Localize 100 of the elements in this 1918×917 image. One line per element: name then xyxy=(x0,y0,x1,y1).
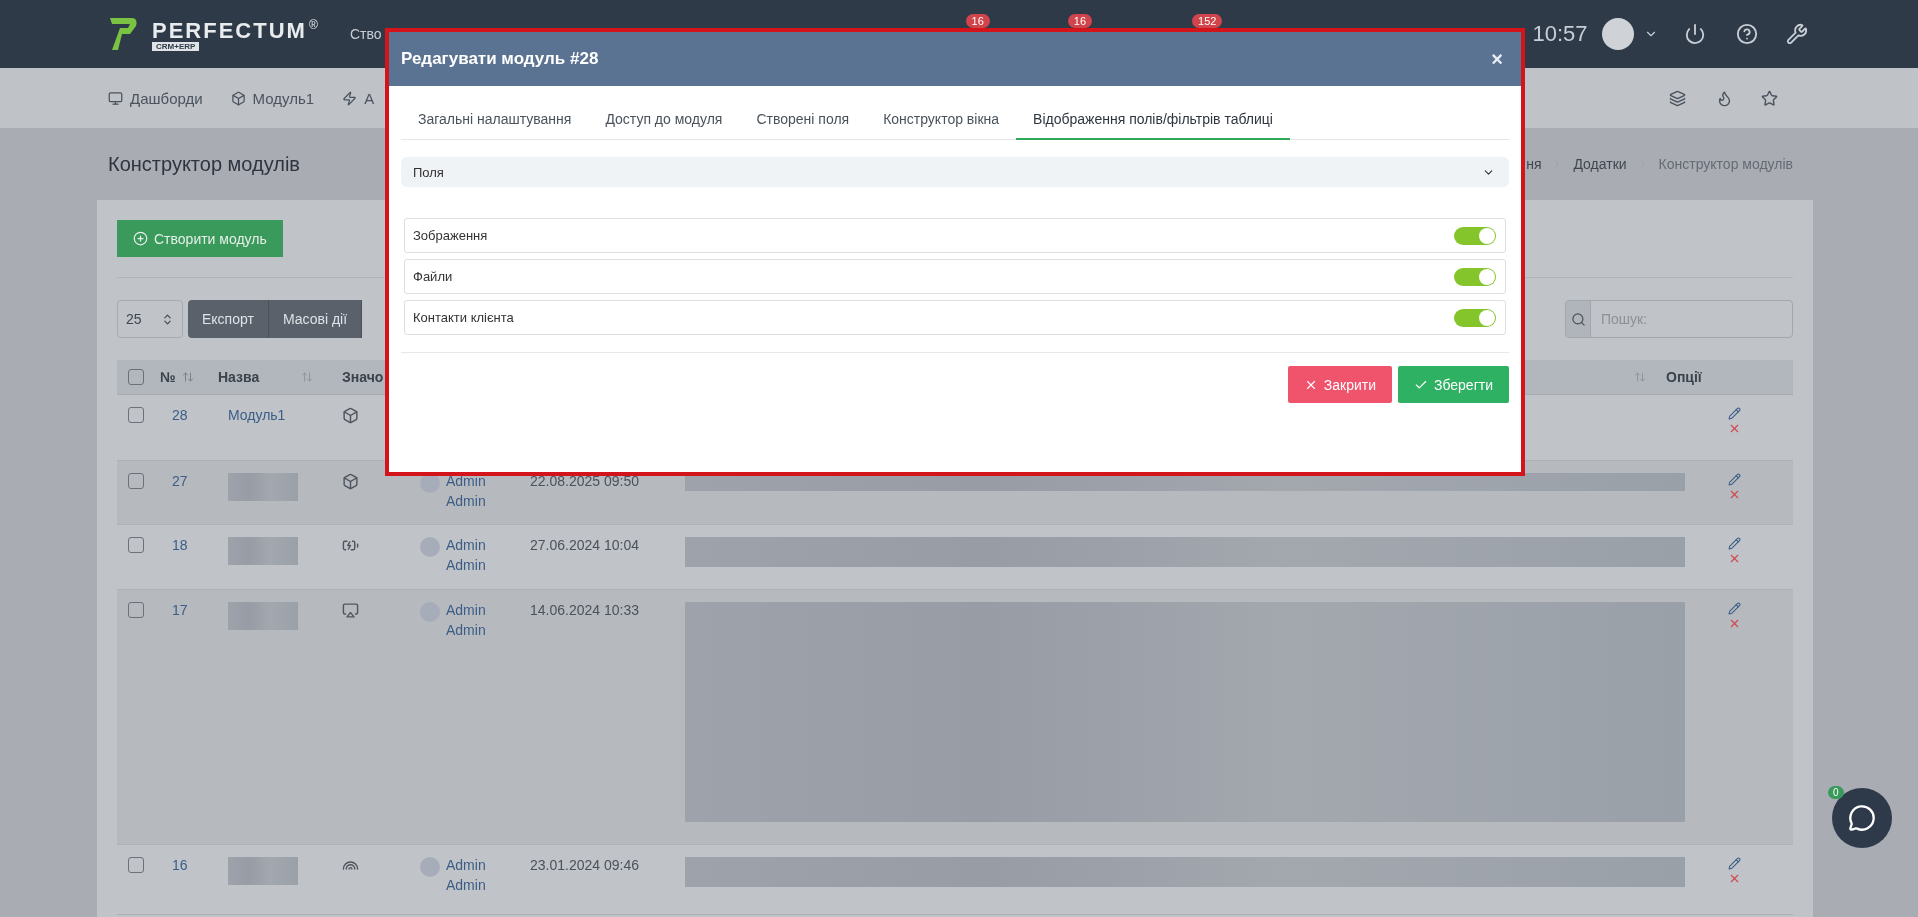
author-name[interactable]: Admin xyxy=(446,622,486,638)
redacted-text xyxy=(228,857,298,885)
tab[interactable]: Доступ до модуля xyxy=(588,100,740,140)
save-button[interactable]: Зберегти xyxy=(1398,366,1509,403)
nav-item[interactable]: А xyxy=(342,89,375,107)
close-button[interactable]: × xyxy=(1491,47,1503,71)
row-id[interactable]: 27 xyxy=(172,473,188,489)
toggle-switch[interactable] xyxy=(1454,267,1496,286)
delete-icon[interactable] xyxy=(1728,488,1741,501)
edit-icon[interactable] xyxy=(1728,537,1741,550)
toggle-switch[interactable] xyxy=(1454,226,1496,245)
author-name[interactable]: Admin xyxy=(446,493,486,509)
checkbox[interactable] xyxy=(128,857,144,873)
notification-badge: 16 xyxy=(965,14,990,28)
redacted-text xyxy=(228,537,298,565)
tab[interactable]: Створені поля xyxy=(739,100,867,140)
author-name[interactable]: Admin xyxy=(446,537,486,553)
layers-icon[interactable] xyxy=(1669,89,1687,107)
toggle-label: Файли xyxy=(413,269,453,284)
toggle-label: Зображення xyxy=(413,228,488,243)
logo-icon xyxy=(108,16,138,52)
plus-circle-icon xyxy=(133,231,148,246)
delete-icon[interactable] xyxy=(1728,422,1741,435)
author-name[interactable]: Admin xyxy=(446,857,486,873)
checkbox[interactable] xyxy=(128,407,144,423)
checkbox[interactable] xyxy=(128,602,144,618)
delete-icon[interactable] xyxy=(1728,552,1741,565)
toolbar-button[interactable]: Масові дії xyxy=(268,300,363,338)
row-id[interactable]: 28 xyxy=(172,407,188,423)
create-module-button[interactable]: Створити модуль xyxy=(117,220,283,257)
edit-icon[interactable] xyxy=(1728,407,1741,420)
avatar xyxy=(420,537,440,557)
delete-icon[interactable] xyxy=(1728,872,1741,885)
page-size-select[interactable]: 25 xyxy=(117,300,183,338)
notification-badge: 16 xyxy=(1067,14,1093,28)
checkbox[interactable] xyxy=(128,537,144,553)
column-header[interactable]: Значо xyxy=(342,369,384,385)
checkbox[interactable] xyxy=(128,369,144,385)
toggle-switch[interactable] xyxy=(1454,308,1496,327)
row-id[interactable]: 16 xyxy=(172,857,188,873)
clock: 10:57 xyxy=(1532,21,1588,47)
toolbar-button[interactable]: Експорт xyxy=(188,300,269,338)
close-button[interactable]: Закрити xyxy=(1287,366,1392,403)
author-name[interactable]: Admin xyxy=(446,602,486,618)
wrench-icon[interactable] xyxy=(1785,23,1808,45)
sort-icon[interactable] xyxy=(181,371,194,383)
chat-icon xyxy=(1848,804,1876,832)
date-text: 22.08.2025 09:50 xyxy=(530,473,639,489)
module-icon xyxy=(342,407,359,424)
column-header[interactable]: Назва xyxy=(218,369,260,385)
row-id[interactable]: 17 xyxy=(172,602,188,618)
nav-item[interactable]: Модуль1 xyxy=(230,89,315,107)
module-icon xyxy=(342,602,359,619)
date-text: 23.01.2024 09:46 xyxy=(530,857,639,873)
edit-icon[interactable] xyxy=(1728,857,1741,870)
date-text: 14.06.2024 10:33 xyxy=(530,602,639,618)
tab[interactable]: Загальні налаштування xyxy=(401,100,589,140)
redacted-text xyxy=(228,473,298,501)
search-button[interactable] xyxy=(1566,301,1591,337)
author-name[interactable]: Admin xyxy=(446,557,486,573)
star-icon[interactable] xyxy=(1761,89,1779,107)
avatar xyxy=(420,857,440,877)
checkbox[interactable] xyxy=(128,473,144,489)
lightning-icon xyxy=(342,90,358,106)
up-down-icon xyxy=(161,312,174,326)
edit-icon[interactable] xyxy=(1728,473,1741,486)
power-icon[interactable] xyxy=(1683,23,1706,45)
search-icon xyxy=(1570,311,1586,327)
breadcrumb: Конструктор модулів xyxy=(1658,156,1793,172)
tab[interactable]: Відображення полів/фільтрів таблиці xyxy=(1016,100,1290,140)
author-name[interactable]: Admin xyxy=(446,473,486,489)
column-header: Опції xyxy=(1666,369,1702,385)
sort-icon[interactable] xyxy=(1634,371,1646,383)
row-id[interactable]: 18 xyxy=(172,537,188,553)
edit-icon[interactable] xyxy=(1728,602,1741,615)
breadcrumb[interactable]: Додатки xyxy=(1573,156,1627,172)
monitor-icon xyxy=(108,90,123,106)
help-icon[interactable] xyxy=(1735,23,1758,45)
fields-select[interactable]: Поля xyxy=(401,157,1509,187)
notification-badge: 152 xyxy=(1192,14,1223,28)
nav-item[interactable]: Дашборди xyxy=(108,89,203,107)
toggle-label: Контакти клієнта xyxy=(413,310,514,325)
redacted-text xyxy=(228,602,298,630)
module-icon xyxy=(342,473,359,490)
cube-icon xyxy=(230,90,246,106)
date-text: 27.06.2024 10:04 xyxy=(530,537,639,553)
page-title: Конструктор модулів xyxy=(108,152,300,176)
logo-subtitle: CRM+ERP xyxy=(152,41,200,51)
sort-icon[interactable] xyxy=(301,371,314,383)
author-name[interactable]: Admin xyxy=(446,877,486,893)
module-name[interactable]: Модуль1 xyxy=(228,407,286,423)
tab[interactable]: Конструктор вікна xyxy=(866,100,1017,140)
breadcrumb[interactable]: ня xyxy=(1526,156,1542,172)
delete-icon[interactable] xyxy=(1728,617,1741,630)
column-header[interactable]: № xyxy=(160,369,176,385)
chat-badge: 0 xyxy=(1828,786,1844,799)
menu-item[interactable]: Ство xyxy=(350,26,382,42)
avatar[interactable] xyxy=(1601,18,1634,50)
modal-title: Редагувати модуль #28 xyxy=(401,49,599,69)
logo-text: PERFECTUM® xyxy=(152,17,318,44)
